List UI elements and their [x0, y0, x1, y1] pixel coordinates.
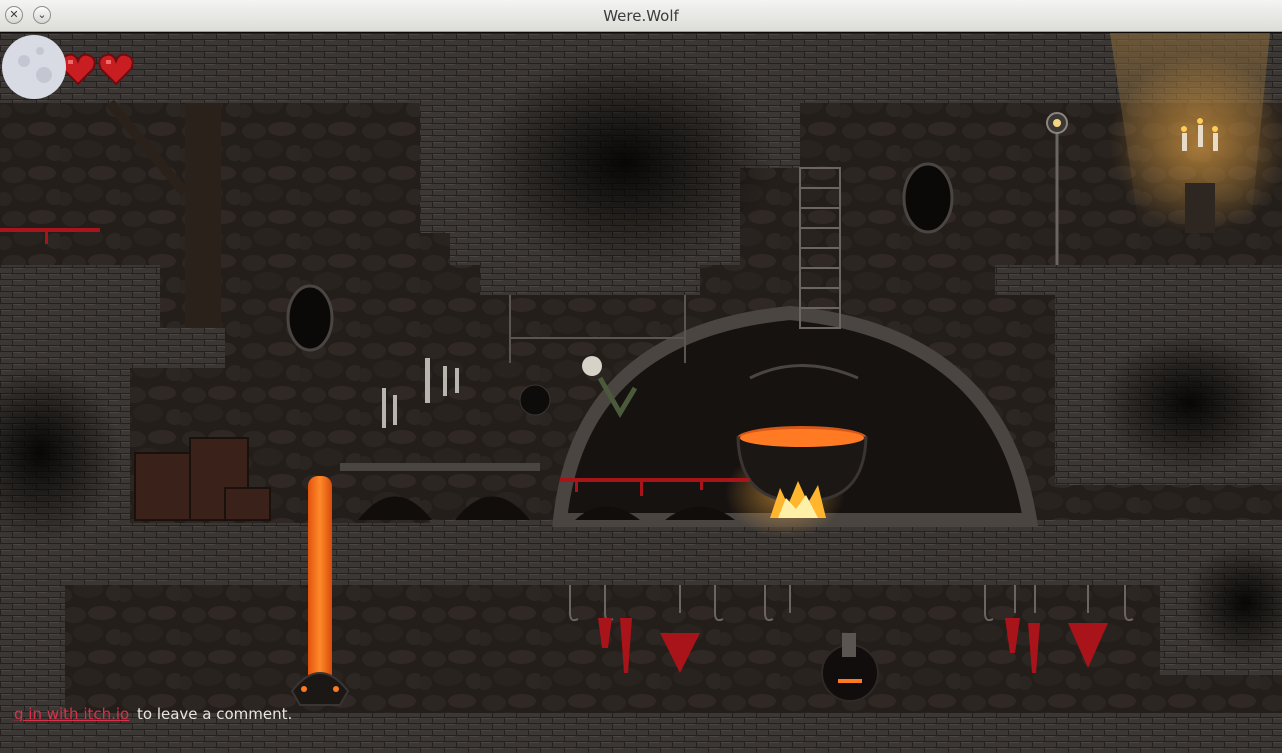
comment-text: to leave a comment.: [137, 707, 293, 721]
window-title: Were.Wolf: [603, 7, 679, 25]
window-titlebar: ✕ ⌄ Were.Wolf: [0, 0, 1282, 32]
level-scene: [0, 33, 1282, 753]
login-link[interactable]: g in with itch.io: [14, 707, 129, 721]
wooden-beam: [185, 103, 221, 328]
game-canvas[interactable]: g in with itch.io to leave a comment.: [0, 33, 1282, 753]
moon-icon: [2, 35, 66, 99]
comment-prompt: g in with itch.io to leave a comment.: [0, 707, 1282, 721]
heart-icon: [98, 53, 134, 86]
